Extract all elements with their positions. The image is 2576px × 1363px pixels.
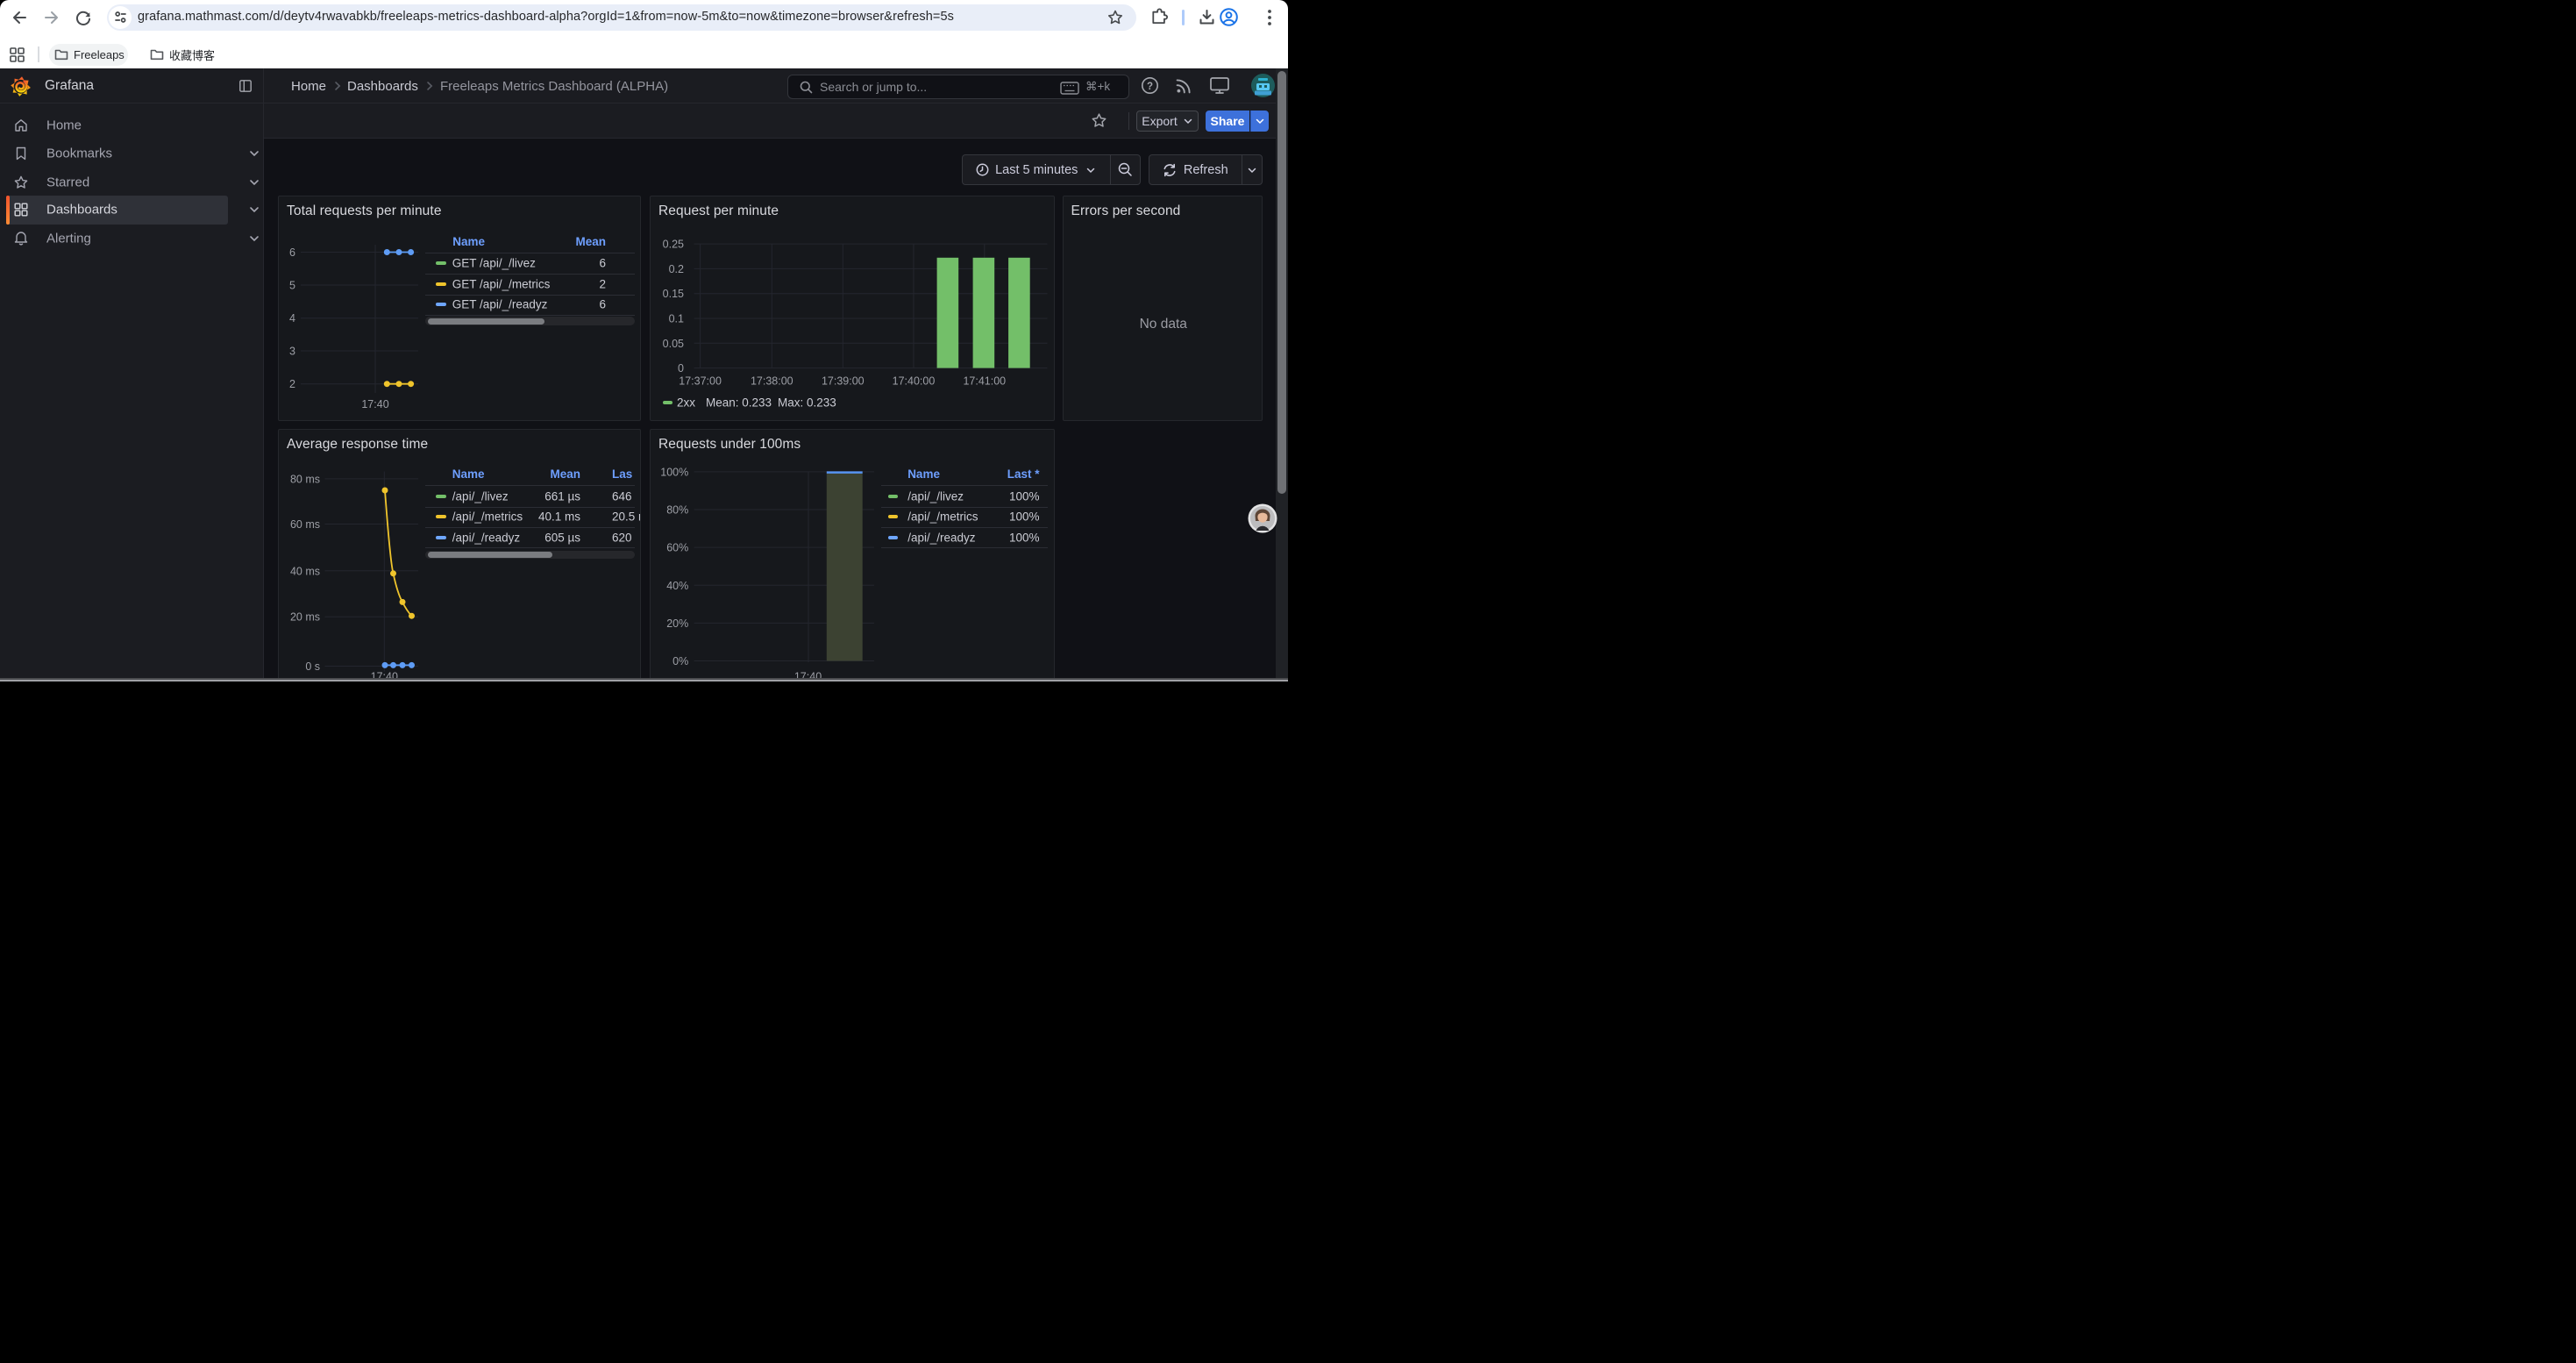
svg-text:0.1: 0.1 — [669, 312, 684, 325]
svg-text:0%: 0% — [672, 655, 688, 667]
svg-text:20%: 20% — [666, 617, 688, 630]
svg-text:80%: 80% — [666, 504, 688, 517]
svg-text:0 s: 0 s — [305, 660, 320, 673]
svg-text:5: 5 — [289, 279, 295, 291]
svg-text:0: 0 — [678, 362, 684, 375]
svg-text:2: 2 — [289, 378, 295, 390]
svg-text:40%: 40% — [666, 580, 688, 592]
svg-text:17:40: 17:40 — [794, 671, 822, 678]
svg-text:17:38:00: 17:38:00 — [751, 375, 793, 387]
svg-text:17:37:00: 17:37:00 — [679, 375, 722, 387]
svg-text:0.05: 0.05 — [663, 338, 684, 350]
svg-text:17:41:00: 17:41:00 — [963, 375, 1006, 387]
svg-text:0.2: 0.2 — [669, 263, 684, 275]
svg-text:3: 3 — [289, 345, 295, 357]
svg-text:17:40: 17:40 — [361, 398, 388, 410]
svg-text:17:40:00: 17:40:00 — [893, 375, 936, 387]
svg-text:0.25: 0.25 — [663, 239, 684, 251]
svg-text:40 ms: 40 ms — [290, 566, 320, 578]
svg-text:60%: 60% — [666, 542, 688, 554]
svg-text:?: ? — [1147, 82, 1153, 92]
svg-text:20 ms: 20 ms — [290, 611, 320, 624]
svg-text:0.15: 0.15 — [663, 288, 684, 300]
svg-text:60 ms: 60 ms — [290, 518, 320, 531]
svg-text:4: 4 — [289, 312, 295, 325]
svg-text:80 ms: 80 ms — [290, 474, 320, 486]
svg-text:17:40: 17:40 — [371, 671, 398, 678]
svg-text:6: 6 — [289, 246, 295, 259]
svg-text:100%: 100% — [660, 467, 688, 479]
svg-text:17:39:00: 17:39:00 — [822, 375, 865, 387]
